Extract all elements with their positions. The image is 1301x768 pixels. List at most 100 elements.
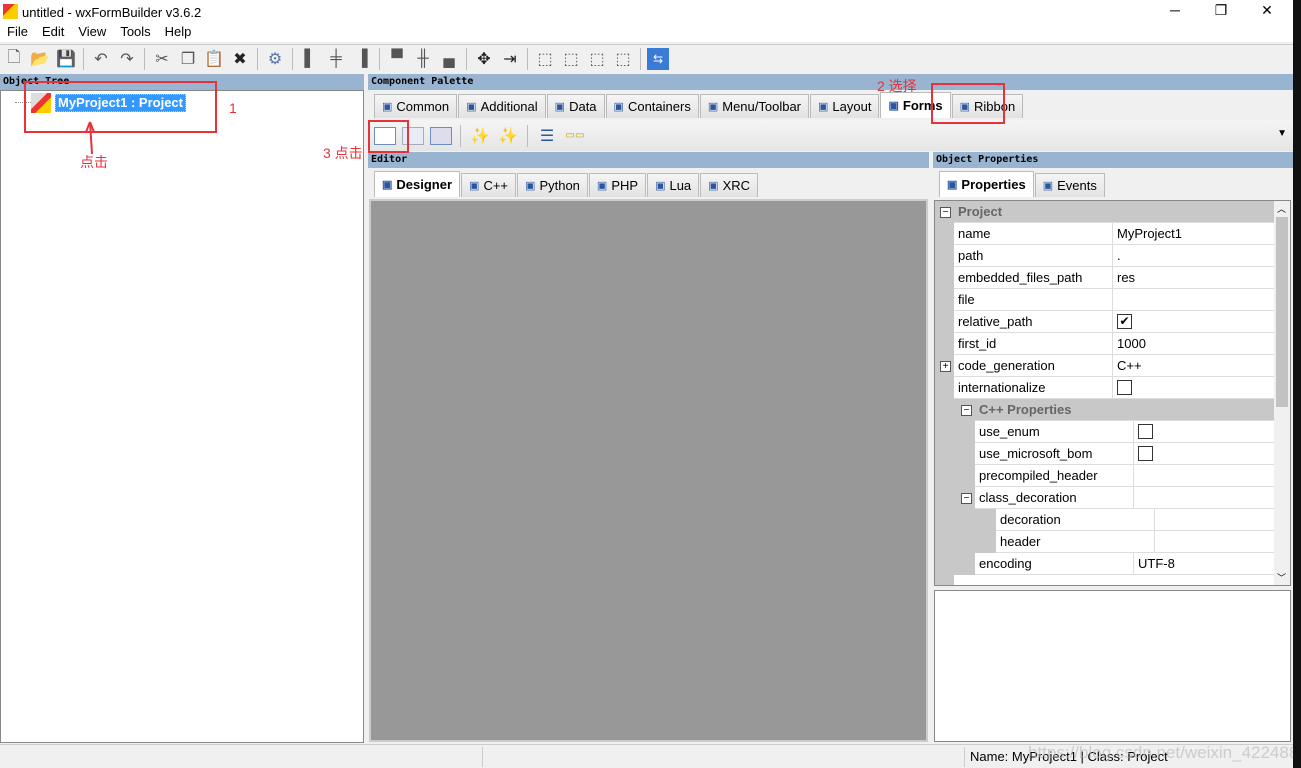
property-value[interactable]: MyProject1 <box>1113 223 1274 244</box>
align-middle-icon[interactable]: ╫ <box>412 48 434 70</box>
menu-edit[interactable]: Edit <box>35 24 71 42</box>
property-row[interactable]: Project <box>954 201 1274 223</box>
property-value[interactable]: . <box>1113 245 1274 266</box>
tab-containers[interactable]: ▣ Containers <box>605 94 699 118</box>
property-value[interactable]: ✔ <box>1113 311 1274 332</box>
border-right-icon[interactable]: ⬚ <box>560 48 582 70</box>
property-value[interactable] <box>1134 487 1274 508</box>
toolbar-icon[interactable]: ▭▭ <box>564 125 586 147</box>
window-title: untitled - wxFormBuilder v3.6.2 <box>22 4 202 20</box>
property-row[interactable]: C++ Properties <box>975 399 1274 421</box>
collapse-icon[interactable]: − <box>961 405 972 416</box>
property-value[interactable]: 1000 <box>1113 333 1274 354</box>
collapse-icon[interactable]: − <box>940 207 951 218</box>
align-right-icon[interactable]: ▐ <box>351 48 373 70</box>
property-row[interactable]: code_generation C++ <box>954 355 1274 377</box>
property-value[interactable] <box>1134 443 1274 464</box>
cut-icon[interactable]: ✂ <box>151 48 173 70</box>
tab-common[interactable]: ▣ Common <box>374 94 458 118</box>
tab-label: Properties <box>961 177 1026 192</box>
property-row[interactable]: class_decoration <box>975 487 1274 509</box>
menubar-icon[interactable]: ☰ <box>536 125 558 147</box>
checkbox[interactable] <box>1138 424 1153 439</box>
property-value[interactable]: res <box>1113 267 1274 288</box>
tab-php[interactable]: ▣ PHP <box>588 173 647 197</box>
checkbox[interactable] <box>1117 380 1132 395</box>
settings-icon[interactable]: ⚙ <box>264 48 286 70</box>
redo-icon[interactable]: ↷ <box>116 48 138 70</box>
property-row[interactable]: internationalize <box>954 377 1274 399</box>
tab-menu-toolbar[interactable]: ▣ Menu/Toolbar <box>699 94 810 118</box>
property-scrollbar[interactable]: ︿ ﹀ <box>1274 201 1290 585</box>
undo-icon[interactable]: ↶ <box>90 48 112 70</box>
expand-icon[interactable]: + <box>940 361 951 372</box>
save-icon[interactable]: 💾 <box>55 48 77 70</box>
open-icon[interactable]: 📂 <box>29 48 51 70</box>
align-left-icon[interactable]: ▌ <box>299 48 321 70</box>
border-top-icon[interactable]: ⬚ <box>586 48 608 70</box>
property-row[interactable]: use_enum <box>975 421 1274 443</box>
property-value[interactable] <box>1155 509 1274 530</box>
checkbox[interactable] <box>1138 446 1153 461</box>
designer-canvas[interactable] <box>369 199 928 742</box>
tab-events[interactable]: ▣ Events <box>1034 173 1105 197</box>
dropdown-icon[interactable]: ▼ <box>1277 128 1287 139</box>
maximize-button[interactable]: ❐ <box>1206 2 1236 22</box>
tab-label: Lua <box>669 178 692 193</box>
property-value[interactable] <box>1113 377 1274 398</box>
common-icon: ▣ <box>382 101 393 113</box>
property-value[interactable] <box>1134 421 1274 442</box>
containers-icon: ▣ <box>613 101 624 113</box>
dialog-icon[interactable] <box>430 126 452 145</box>
tab-xrc[interactable]: ▣ XRC <box>700 173 759 197</box>
delete-icon[interactable]: ✖ <box>229 48 251 70</box>
tab-data[interactable]: ▣ Data <box>546 94 605 118</box>
menu-view[interactable]: View <box>71 24 113 42</box>
property-row[interactable]: embedded_files_path res <box>954 267 1274 289</box>
property-row[interactable]: first_id 1000 <box>954 333 1274 355</box>
property-row[interactable]: path. <box>954 245 1274 267</box>
property-value[interactable] <box>1113 289 1274 310</box>
wizard-page-icon[interactable]: ✨ <box>497 125 519 147</box>
checkbox[interactable]: ✔ <box>1117 314 1132 329</box>
border-bottom-icon[interactable]: ⬚ <box>612 48 634 70</box>
property-row[interactable]: decoration <box>996 509 1274 531</box>
property-row[interactable]: name MyProject1 <box>954 223 1274 245</box>
expand-icon[interactable]: ✥ <box>473 48 495 70</box>
align-bottom-icon[interactable]: ▄ <box>438 48 460 70</box>
wizard-icon[interactable]: ✨ <box>469 125 491 147</box>
tab-layout[interactable]: ▣ Layout <box>810 94 880 118</box>
stretch-icon[interactable]: ⇥ <box>499 48 521 70</box>
new-icon[interactable]: 🗋 <box>3 48 25 70</box>
minimize-button[interactable]: ─ <box>1160 2 1190 22</box>
property-row[interactable]: precompiled_header <box>975 465 1274 487</box>
tab-additional[interactable]: ▣ Additional <box>458 94 546 118</box>
tab-c-[interactable]: ▣ C++ <box>461 173 517 197</box>
swap-icon[interactable]: ⇆ <box>647 48 669 70</box>
property-value[interactable]: C++ <box>1113 355 1274 376</box>
property-value[interactable] <box>1134 465 1274 486</box>
collapse-icon[interactable]: − <box>961 493 972 504</box>
property-value[interactable] <box>1155 531 1274 552</box>
close-button[interactable]: ✕ <box>1252 2 1282 22</box>
property-row[interactable]: header <box>996 531 1274 553</box>
property-row[interactable]: relative_path ✔ <box>954 311 1274 333</box>
tab-python[interactable]: ▣ Python <box>517 173 588 197</box>
copy-icon[interactable]: ❐ <box>177 48 199 70</box>
property-name: relative_path <box>954 311 1113 332</box>
menu-help[interactable]: Help <box>158 24 199 42</box>
tab-label: Python <box>539 178 580 193</box>
paste-icon[interactable]: 📋 <box>203 48 225 70</box>
menu-tools[interactable]: Tools <box>113 24 157 42</box>
tab-properties[interactable]: ▣ Properties <box>939 171 1034 197</box>
align-center-icon[interactable]: ╪ <box>325 48 347 70</box>
border-left-icon[interactable]: ⬚ <box>534 48 556 70</box>
property-value[interactable]: UTF-8 <box>1134 553 1274 574</box>
menu-file[interactable]: File <box>0 24 35 42</box>
property-row[interactable]: encoding UTF-8 <box>975 553 1274 575</box>
property-row[interactable]: use_microsoft_bom <box>975 443 1274 465</box>
align-top-icon[interactable]: ▀ <box>386 48 408 70</box>
tab-lua[interactable]: ▣ Lua <box>647 173 700 197</box>
property-row[interactable]: file <box>954 289 1274 311</box>
tab-designer[interactable]: ▣ Designer <box>374 171 461 197</box>
